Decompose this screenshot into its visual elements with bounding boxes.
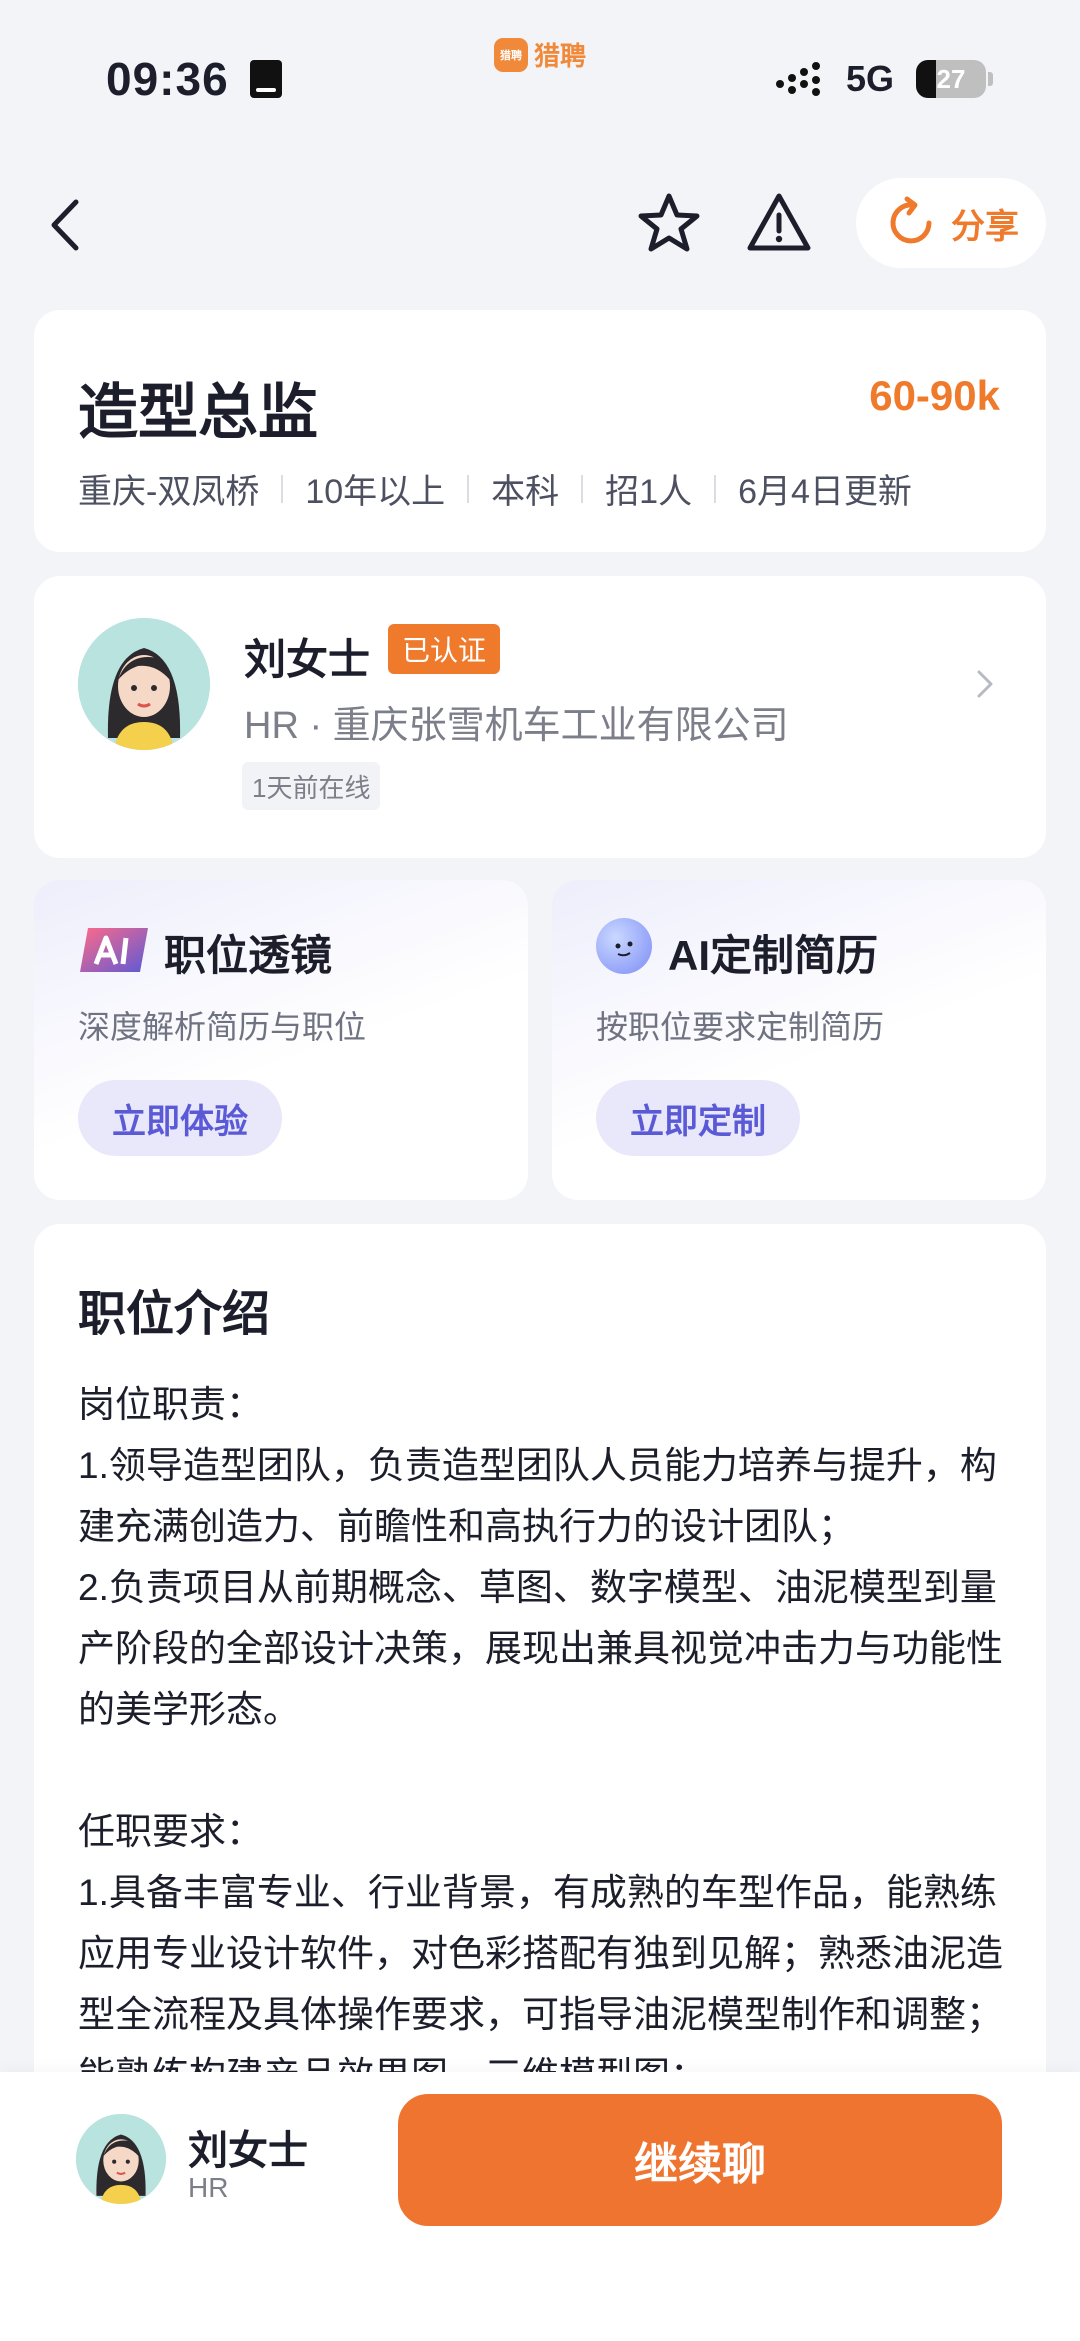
- job-headcount: 招1人: [605, 473, 693, 511]
- job-lens-card[interactable]: 职位透镜 深度解析简历与职位 立即体验: [34, 880, 528, 1200]
- book-icon: [250, 60, 282, 98]
- verified-badge: 已认证: [388, 624, 501, 674]
- ai-resume-card[interactable]: AI定制简历 按职位要求定制简历 立即定制: [552, 880, 1046, 1200]
- battery-cap: [988, 72, 993, 86]
- share-label: 分享: [951, 207, 1019, 246]
- promo-desc: 按职位要求定制简历: [596, 1009, 885, 1045]
- continue-chat-button[interactable]: 继续聊: [398, 2094, 1002, 2226]
- app-logo-icon: 猎聘: [494, 37, 528, 72]
- recruiter-company: HR · 重庆张雪机车工业有限公司: [244, 705, 789, 747]
- job-summary-card: 造型总监 60-90k 重庆-双凤桥 10年以上 本科 招1人 6月4日更新: [34, 310, 1046, 552]
- app-name: 猎聘: [534, 41, 587, 71]
- share-button[interactable]: 分享: [856, 178, 1046, 268]
- divider: [714, 474, 717, 503]
- bottom-bar: 刘女士 HR 继续聊: [0, 2072, 1080, 2341]
- recruiter-card[interactable]: 刘女士 已认证 HR · 重庆张雪机车工业有限公司 1天前在线: [34, 576, 1046, 858]
- signal-icon: [776, 62, 830, 96]
- network-label: 5G: [846, 58, 895, 99]
- avatar: [78, 618, 210, 750]
- recruiter-name: 刘女士: [244, 636, 371, 683]
- promo-title: AI定制简历: [668, 932, 879, 979]
- app-badge: 猎聘 猎聘: [494, 36, 586, 73]
- battery-level: 27: [936, 63, 966, 94]
- chevron-right-icon: [977, 670, 993, 698]
- nav-bar: 分享: [0, 170, 1080, 280]
- job-experience: 10年以上: [305, 473, 446, 511]
- promo-title: 职位透镜: [164, 932, 333, 979]
- warning-icon: [747, 193, 811, 251]
- section-title: 职位介绍: [78, 1288, 271, 1341]
- star-icon: [638, 193, 700, 252]
- job-meta: 重庆-双凤桥 10年以上 本科 招1人 6月4日更新: [78, 464, 912, 513]
- try-now-button[interactable]: 立即体验: [78, 1080, 282, 1156]
- promo-desc: 深度解析简历与职位: [78, 1009, 367, 1045]
- ai-logo-icon: [80, 928, 148, 972]
- report-button[interactable]: [744, 188, 814, 258]
- online-status: 1天前在线: [242, 762, 381, 810]
- back-button[interactable]: [38, 190, 98, 260]
- salary: 60-90k: [869, 372, 1000, 419]
- divider: [581, 474, 584, 503]
- battery-icon: 27: [916, 60, 986, 98]
- recruiter-name: 刘女士: [188, 2129, 308, 2173]
- job-location: 重庆-双凤桥: [78, 473, 260, 511]
- job-title: 造型总监: [78, 379, 318, 446]
- favorite-button[interactable]: [634, 188, 704, 258]
- share-icon: [890, 196, 932, 244]
- status-time: 09:36: [106, 53, 229, 105]
- chevron-left-icon: [51, 199, 79, 251]
- recruiter-role: HR: [188, 2172, 229, 2203]
- ai-bot-icon: [596, 918, 652, 974]
- avatar: [76, 2114, 166, 2204]
- divider: [467, 474, 470, 503]
- job-detail-page: 09:36 猎聘 猎聘 5G 27 分享 造型总监 60-90k 重庆-双凤桥 …: [0, 0, 1080, 2341]
- description-body: 岗位职责： 1.领导造型团队，负责造型团队人员能力培养与提升，构建充满创造力、前…: [78, 1384, 1003, 2096]
- job-updated: 6月4日更新: [738, 473, 912, 511]
- status-bar: 09:36 猎聘 猎聘 5G 27: [0, 0, 1080, 150]
- customize-now-button[interactable]: 立即定制: [596, 1080, 800, 1156]
- job-education: 本科: [491, 473, 560, 511]
- divider: [281, 474, 284, 503]
